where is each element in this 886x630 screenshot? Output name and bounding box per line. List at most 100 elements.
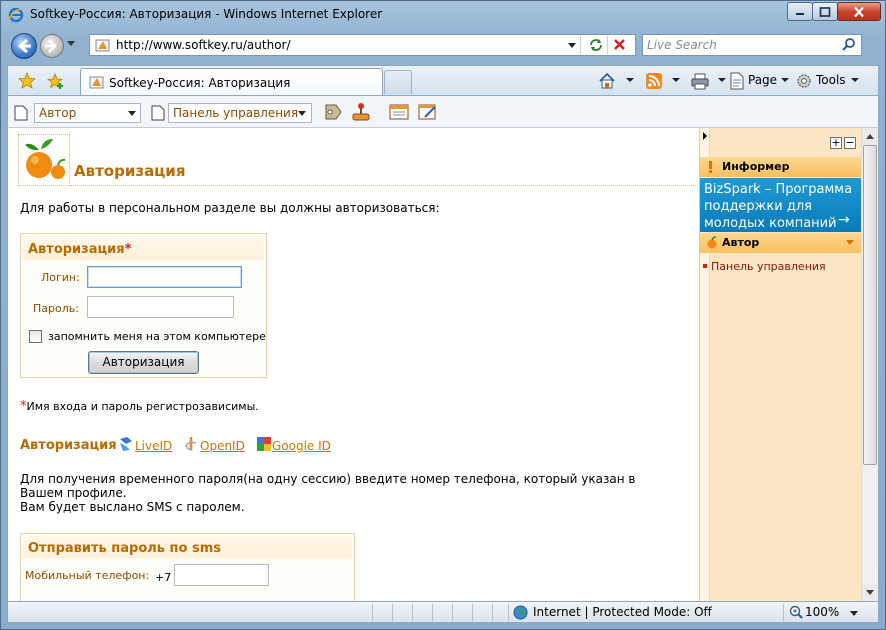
password-input[interactable] [87,296,234,318]
title-divider [70,185,698,186]
intro-text: Для работы в персональном разделе вы дол… [20,201,440,215]
page-content: Авторизация Для работы в персональном ра… [7,128,699,601]
sms-instructions-line: Для получения временного пароля(на одну … [20,472,636,486]
maximize-button[interactable] [812,2,838,21]
bizspark-banner[interactable]: BizSpark – Программа поддержки для молод… [700,178,862,232]
page-icon [95,39,110,52]
back-button[interactable] [11,33,37,59]
minimize-button[interactable] [787,2,813,21]
joystick-icon[interactable] [350,102,372,122]
status-divider [412,604,413,621]
sms-instructions: Для получения временного пароля(на одну … [20,472,680,514]
scroll-up-button[interactable] [862,128,878,145]
site-toolbar: Автор Панель управления [7,95,879,128]
informer-header[interactable]: Информер [700,157,862,177]
gear-icon [797,74,811,88]
tab-softkey-auth[interactable]: Softkey-Россия: Авторизация [80,68,383,96]
status-bar: Internet | Protected Mode: Off 100% [7,601,879,623]
sms-form: Отправить пароль по sms Мобильный телефо… [20,533,355,601]
google-icon [257,437,271,451]
print-dropdown[interactable] [718,78,726,82]
exclamation-icon [709,161,712,173]
status-divider [472,604,473,621]
security-zone[interactable]: Internet | Protected Mode: Off [533,605,712,619]
search-input[interactable]: Live Search [647,38,717,52]
forward-button[interactable] [40,34,64,58]
address-separator [580,36,581,54]
google-id-link[interactable]: Google ID [272,439,331,453]
chevron-down-icon [846,240,854,245]
liveid-link[interactable]: LiveID [135,439,172,453]
login-form-title-text: Авторизация [28,242,125,257]
zoom-level[interactable]: 100% [805,605,839,619]
home-icon [599,72,615,89]
arrow-right-icon: → [838,212,850,228]
expand-all-button[interactable]: + [830,137,842,149]
sms-form-header: Отправить пароль по sms [23,536,352,558]
edit-note-icon[interactable] [417,102,439,122]
history-dropdown[interactable] [67,41,75,46]
bookmark-tag-icon[interactable] [322,102,344,122]
refresh-icon[interactable] [586,36,606,54]
collapse-all-button[interactable]: − [844,137,856,149]
tools-menu-label: Tools [816,73,846,87]
phone-input[interactable] [174,564,269,586]
author-combo[interactable]: Автор [34,103,141,123]
scroll-thumb[interactable] [863,145,877,465]
status-divider [392,604,393,621]
remember-me-label[interactable]: запомнить меня на этом компьютере [48,330,266,343]
address-bar[interactable]: http://www.softkey.ru/author/ [89,34,636,56]
openid-icon [185,437,197,451]
window-list-icon[interactable] [388,102,410,122]
collapse-arrow-icon[interactable] [703,132,707,140]
remember-me-checkbox[interactable] [29,330,42,343]
stop-icon[interactable] [610,36,630,54]
search-icon[interactable] [841,37,857,53]
zoom-dropdown[interactable] [850,611,858,616]
author-title: Автор [722,236,760,249]
status-divider [452,604,453,621]
scroll-down-button[interactable] [862,584,878,601]
control-panel-combo[interactable]: Панель управления [168,103,312,123]
feeds-dropdown[interactable] [672,78,680,82]
login-form-header: Авторизация* [23,236,264,260]
address-separator [607,36,608,54]
status-divider [372,604,373,621]
author-header[interactable]: Автор [700,233,862,253]
arrow-left-icon [17,38,31,54]
sidebar-item-label: Панель управления [711,260,826,273]
title-bar: Softkey-Россия: Авторизация - Windows In… [1,1,885,29]
case-sensitive-note-text: Имя входа и пароль регистрозависимы. [26,400,259,413]
informer-title: Информер [722,160,790,173]
page-menu-dropdown[interactable] [781,78,789,82]
new-tab-button[interactable] [384,70,412,94]
favorites-star-icon[interactable] [18,72,36,90]
add-favorite-icon[interactable] [47,72,65,90]
internet-globe-icon [513,605,528,620]
status-divider [783,604,784,621]
sms-form-title: Отправить пароль по sms [28,541,221,556]
tab-label: Softkey-Россия: Авторизация [109,76,291,90]
sidebar: + − Информер BizSpark – Программа поддер… [699,128,862,601]
address-url[interactable]: http://www.softkey.ru/author/ [116,38,291,52]
address-dropdown[interactable] [568,43,576,48]
orange-fruit-logo-icon [25,139,66,179]
page-menu-icon [730,72,744,90]
status-divider [432,604,433,621]
ie-logo-icon [8,7,24,23]
sidebar-item-control-panel[interactable]: Панель управления [703,260,826,273]
maximize-icon [819,6,831,17]
tools-menu-dropdown[interactable] [851,78,859,82]
phone-label: Мобильный телефон: [25,569,150,582]
login-label: Логин: [41,271,80,284]
openid-link[interactable]: OpenID [200,439,245,453]
login-input[interactable] [87,266,242,288]
zoom-icon [789,605,803,619]
login-submit-button[interactable]: Авторизация [88,351,199,374]
close-button[interactable] [837,2,881,21]
home-dropdown[interactable] [626,78,634,82]
search-box[interactable]: Live Search [642,34,862,56]
sms-instructions-line: Вашем профиле. [20,486,127,500]
vertical-scrollbar[interactable] [861,128,878,601]
close-icon [854,6,864,17]
